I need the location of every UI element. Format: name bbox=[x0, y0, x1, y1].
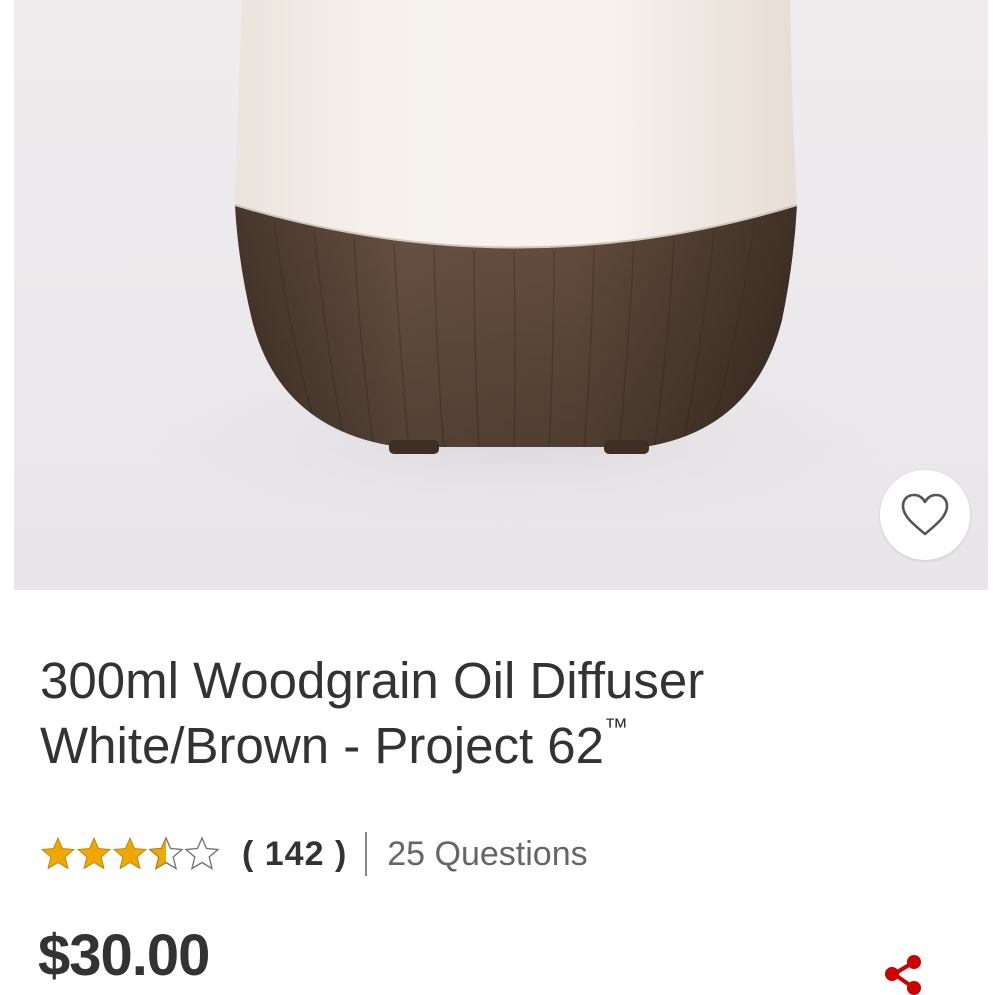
rating-row: ( 142 ) 25 Questions bbox=[40, 826, 588, 882]
product-image[interactable] bbox=[14, 0, 988, 590]
product-title-line2: White/Brown - Project 62™ bbox=[40, 713, 940, 778]
star-rating[interactable] bbox=[40, 836, 220, 872]
product-title-line1: 300ml Woodgrain Oil Diffuser bbox=[40, 652, 705, 709]
product-price: $30.00 bbox=[38, 923, 210, 988]
share-button[interactable] bbox=[880, 950, 930, 995]
star-empty-icon bbox=[184, 836, 220, 870]
questions-link[interactable]: 25 Questions bbox=[387, 835, 587, 874]
trademark-symbol: ™ bbox=[604, 714, 629, 741]
diffuser-illustration bbox=[124, 0, 904, 530]
heart-outline-icon bbox=[901, 493, 949, 536]
review-count-link[interactable]: ( 142 ) bbox=[242, 835, 347, 874]
divider bbox=[365, 832, 368, 876]
product-detail-page: 300ml Woodgrain Oil Diffuser White/Brown… bbox=[0, 0, 1000, 995]
star-full-icon bbox=[113, 836, 147, 870]
star-full-icon bbox=[41, 836, 75, 870]
product-title-line2-text: White/Brown - Project 62 bbox=[40, 717, 605, 774]
favorite-button[interactable] bbox=[880, 470, 970, 560]
star-half-icon bbox=[148, 836, 184, 870]
product-title: 300ml Woodgrain Oil Diffuser White/Brown… bbox=[40, 648, 940, 778]
share-icon bbox=[885, 955, 921, 995]
star-full-icon bbox=[77, 836, 111, 870]
